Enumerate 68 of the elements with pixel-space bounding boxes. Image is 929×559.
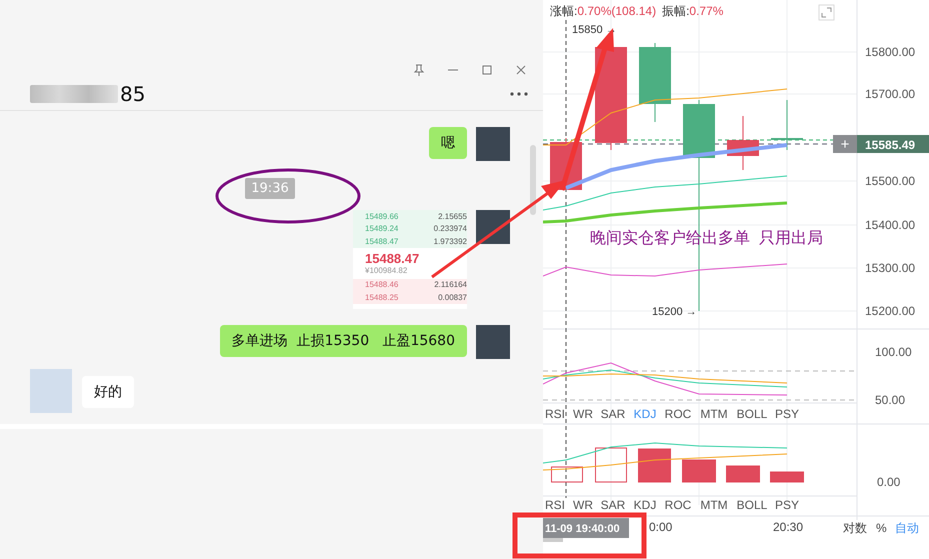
low-marker: 15200 →: [652, 306, 697, 318]
avatar-placeholder: [30, 369, 72, 413]
pin-icon[interactable]: [411, 62, 427, 78]
price-axis-label: 15700.00: [865, 87, 916, 101]
indicator-tab[interactable]: WR: [573, 407, 593, 421]
price-axis-label: 15200.00: [865, 304, 916, 318]
indicator-axis-label: 50.00: [875, 393, 906, 407]
amplitude-value: 0.77%: [689, 4, 724, 18]
indicator-tab[interactable]: MTM: [700, 407, 728, 421]
message-bubble: 嗯: [429, 127, 467, 159]
indicator-tab[interactable]: MTM: [700, 498, 728, 512]
scale-option[interactable]: %: [876, 521, 887, 535]
histogram-bar: [595, 448, 627, 482]
amount-text: 2.116164: [434, 280, 467, 290]
indicator-tab[interactable]: SAR: [600, 498, 626, 512]
indicator-tab[interactable]: ROC: [664, 498, 692, 512]
indicator-tab[interactable]: PSY: [775, 498, 799, 512]
price-text: 15488.46: [365, 280, 398, 290]
histogram-bar: [638, 448, 671, 482]
message-bubble: 好的: [82, 376, 134, 408]
time-axis-label: 20:30: [773, 520, 804, 534]
indicator-tab[interactable]: KDJ: [634, 498, 656, 512]
price-axis-label: 15400.00: [865, 218, 916, 232]
last-price: 15488.47: [364, 250, 420, 266]
amount-text: 0.233974: [434, 224, 467, 234]
amount-text: 2.15655: [438, 212, 467, 221]
candle: [771, 100, 803, 150]
photo-placeholder: [476, 325, 510, 359]
cny-price: ¥100984.82: [364, 266, 408, 274]
price-axis-label: 15800.00: [865, 45, 916, 59]
crosshair-time-tag: 11-09 19:40:00: [543, 518, 629, 538]
indicator-tab[interactable]: BOLL: [736, 498, 768, 512]
indicator-tab[interactable]: ROC: [664, 407, 692, 421]
amount-text: 1.973392: [434, 236, 467, 246]
indicator-tab[interactable]: RSI: [545, 407, 565, 421]
histogram-bar: [682, 460, 716, 482]
scrollbar[interactable]: [530, 145, 536, 215]
timestamp: 19:36: [245, 178, 295, 199]
message-bubble: 多单进场 止损15350 止盈15680: [220, 325, 467, 357]
last-price-tag: 15585.49: [857, 135, 929, 153]
indicator-tab[interactable]: SAR: [600, 407, 626, 421]
time-axis-label: 0:00: [649, 520, 672, 534]
scale-option[interactable]: 对数: [843, 521, 867, 535]
more-icon[interactable]: [509, 91, 529, 97]
indicator-tab[interactable]: BOLL: [736, 407, 768, 421]
indicator-tab[interactable]: WR: [573, 498, 593, 512]
price-axis-label: 15300.00: [865, 261, 916, 275]
indicator-axis-label: 0.00: [877, 475, 900, 489]
expand-icon[interactable]: [818, 4, 834, 20]
amplitude-label: 振幅:: [662, 4, 690, 18]
price-text: 15488.25: [365, 292, 398, 302]
indicator-tab[interactable]: PSY: [775, 407, 799, 421]
histogram-bar: [770, 472, 804, 482]
price-text: 15488.47: [365, 236, 398, 246]
price-axis-label: 15500.00: [865, 174, 916, 188]
indicator-tab[interactable]: RSI: [545, 498, 565, 512]
price-text: 15489.24: [365, 224, 398, 234]
histogram-bar: [726, 466, 760, 482]
change-label: 涨幅:: [550, 4, 578, 18]
histogram-bar: [551, 466, 583, 482]
candle: [727, 116, 759, 170]
photo-placeholder: [476, 210, 510, 244]
indicator-axis-label: 100.00: [875, 345, 912, 359]
price-text: 15489.66: [365, 212, 398, 221]
amount-text: 0.00837: [438, 292, 467, 302]
change-value: 0.70%(108.14): [577, 4, 656, 18]
photo-placeholder: [476, 127, 510, 161]
chat-title: 85: [120, 82, 146, 106]
